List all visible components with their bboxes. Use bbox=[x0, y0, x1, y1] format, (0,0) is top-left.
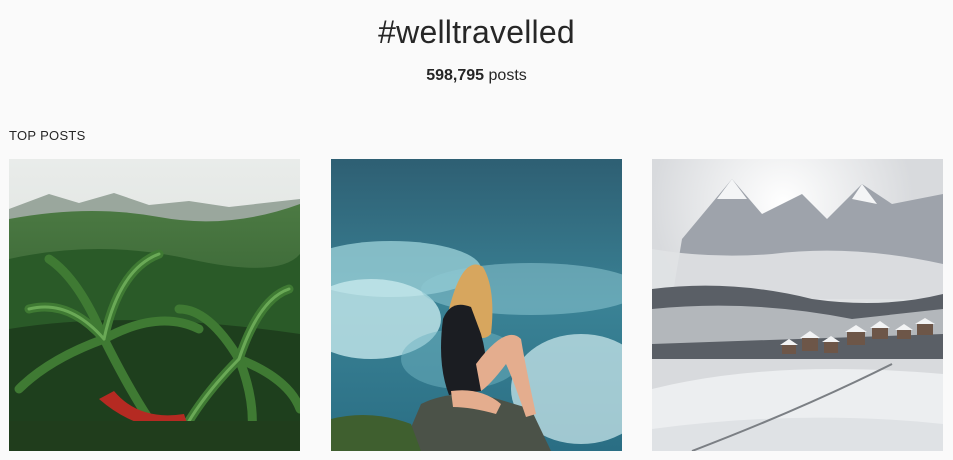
post-count-number: 598,795 bbox=[426, 67, 485, 84]
post-thumbnail-mountains[interactable] bbox=[652, 159, 943, 451]
snowy-mountain-village-photo bbox=[652, 159, 943, 451]
post-thumbnail-ocean[interactable] bbox=[331, 159, 622, 451]
top-posts-heading: TOP POSTS bbox=[9, 128, 86, 143]
woman-ocean-rock-photo bbox=[331, 159, 622, 451]
tropical-palms-photo bbox=[9, 159, 300, 451]
top-posts-grid bbox=[0, 159, 953, 460]
post-count: 598,795 posts bbox=[0, 67, 953, 85]
hashtag-title: #welltravelled bbox=[378, 14, 575, 50]
post-count-label: posts bbox=[488, 67, 527, 84]
post-thumbnail-palms[interactable] bbox=[9, 159, 300, 451]
